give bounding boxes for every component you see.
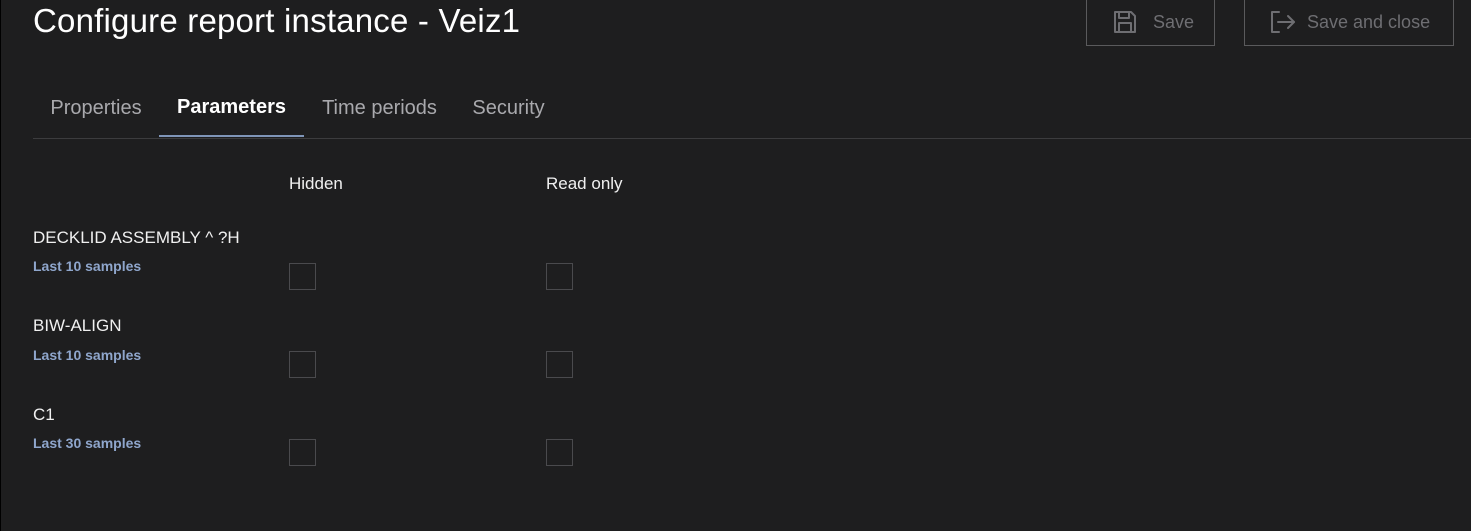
hidden-checkbox[interactable] xyxy=(289,439,316,466)
parameter-period: Last 30 samples xyxy=(33,435,142,451)
read-only-checkbox[interactable] xyxy=(546,263,573,290)
read-only-checkbox[interactable] xyxy=(546,439,573,466)
page-title: Configure report instance - Veiz1 xyxy=(33,2,521,39)
parameter-name: BIW-ALIGN xyxy=(33,316,122,335)
parameter-name: C1 xyxy=(33,405,55,424)
column-header-hidden: Hidden xyxy=(289,174,343,193)
parameter-name: DECKLID ASSEMBLY ^ ?H xyxy=(33,228,240,247)
read-only-checkbox[interactable] xyxy=(546,351,573,378)
parameter-period: Last 10 samples xyxy=(33,347,142,363)
tab-security[interactable]: Security xyxy=(455,80,562,137)
tab-properties[interactable]: Properties xyxy=(33,80,159,137)
save-and-close-button[interactable]: Save and close xyxy=(1244,0,1454,46)
floppy-disk-icon xyxy=(1111,8,1139,36)
tab-parameters[interactable]: Parameters xyxy=(159,80,304,137)
tab-time-periods[interactable]: Time periods xyxy=(304,80,455,137)
exit-icon xyxy=(1269,8,1297,36)
report-config-panel: Configure report instance - Veiz1 Save S… xyxy=(1,0,1471,531)
save-button[interactable]: Save xyxy=(1086,0,1215,46)
tab-bar: Properties Parameters Time periods Secur… xyxy=(33,80,1471,139)
save-button-label: Save xyxy=(1153,11,1195,32)
hidden-checkbox[interactable] xyxy=(289,263,316,290)
save-and-close-button-label: Save and close xyxy=(1307,11,1431,32)
column-header-read-only: Read only xyxy=(546,174,623,193)
hidden-checkbox[interactable] xyxy=(289,351,316,378)
parameter-period: Last 10 samples xyxy=(33,258,142,274)
